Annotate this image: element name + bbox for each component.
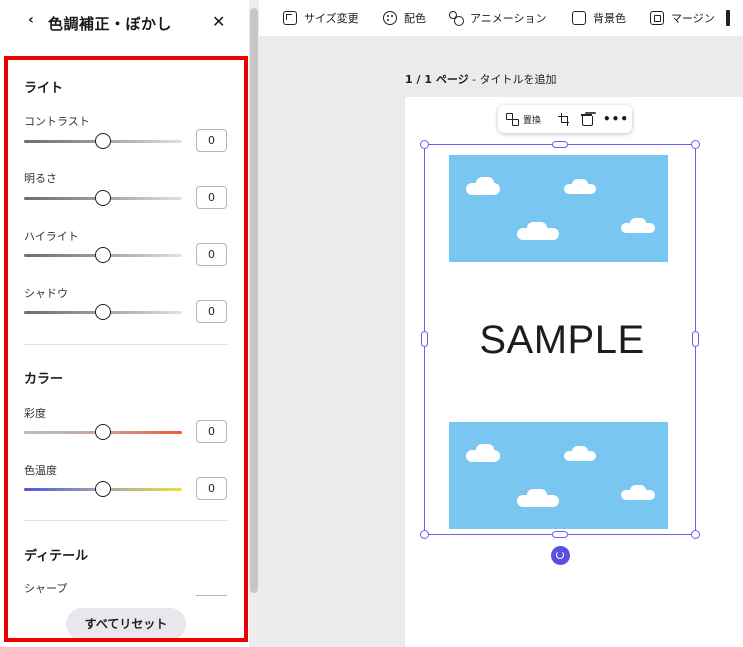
animation-button[interactable]: アニメーション [449,9,547,27]
element-context-toolbar: 置換 ••• [498,105,632,133]
close-icon[interactable]: ✕ [212,12,225,31]
slider-label-shadows: シャドウ [24,287,68,300]
slider-thumb-brightness[interactable] [95,190,111,206]
margin-label: マージン [671,12,715,25]
adjustments-panel: ‹ 色調補正・ぼかし ✕ ライト コントラスト 0 明るさ 0 ハイライト 0 … [0,0,259,647]
top-toolbar: サイズ変更 配色 アニメーション 背景色 マージン [259,0,743,36]
resize-handle-bottom[interactable] [552,531,568,538]
slider-thumb-shadows[interactable] [95,304,111,320]
panel-scrollbar[interactable] [249,0,259,647]
background-color-button[interactable]: 背景色 [572,9,626,27]
background-color-icon [572,11,586,25]
contrast-value-input[interactable]: 0 [196,129,227,152]
page-counter: 1 / 1 ページ [405,73,469,86]
reset-all-button[interactable]: すべてリセット [66,608,186,638]
slider-thumb-contrast[interactable] [95,133,111,149]
resize-handle-left[interactable] [421,331,428,347]
slider-thumb-highlights[interactable] [95,247,111,263]
brightness-value-input[interactable]: 0 [196,186,227,209]
section-title-detail: ディテール [24,549,89,564]
resize-handle-bottom-right[interactable] [691,530,700,539]
slider-label-highlights: ハイライト [24,230,79,243]
resize-handle-right[interactable] [692,331,699,347]
margin-button[interactable]: マージン [650,9,715,27]
palette-icon [383,11,397,25]
color-scheme-label: 配色 [404,12,426,25]
selection-frame[interactable] [424,144,696,535]
crop-button[interactable] [558,112,570,126]
resize-label: サイズ変更 [304,12,359,25]
resize-handle-bottom-left[interactable] [420,530,429,539]
highlight-box: ライト コントラスト 0 明るさ 0 ハイライト 0 シャドウ 0 カラー 彩度… [4,56,248,642]
color-scheme-button[interactable]: 配色 [383,9,426,27]
page-label: 1 / 1 ページ - タイトルを追加 [405,71,557,87]
resize-handle-top[interactable] [552,141,568,148]
background-color-label: 背景色 [593,12,626,25]
trash-icon [581,113,593,126]
slider-label-contrast: コントラスト [24,115,90,128]
resize-handle-top-right[interactable] [691,140,700,149]
temperature-value-input[interactable]: 0 [196,477,227,500]
section-divider [24,344,228,345]
crop-icon [558,113,570,126]
section-title-color: カラー [24,372,64,387]
rotate-icon[interactable] [551,546,570,565]
slider-label-brightness: 明るさ [24,172,57,185]
section-divider [24,520,228,521]
saturation-value-input[interactable]: 0 [196,420,227,443]
animation-icon [449,11,464,26]
page-title-input[interactable]: - タイトルを追加 [469,73,556,86]
replace-label: 置換 [523,115,542,126]
resize-handle-top-left[interactable] [420,140,429,149]
slider-label-sharpness: シャープ [24,582,68,595]
overflow-item-icon[interactable] [726,10,730,26]
slider-thumb-temperature[interactable] [95,481,111,497]
resize-button[interactable]: サイズ変更 [283,9,359,27]
slider-label-saturation: 彩度 [24,407,46,420]
scrollbar-thumb[interactable] [250,8,258,593]
slider-thumb-saturation[interactable] [95,424,111,440]
replace-icon [506,113,519,126]
animation-label: アニメーション [470,12,547,25]
more-icon[interactable]: ••• [603,112,629,126]
slider-label-temperature: 色温度 [24,464,57,477]
margin-icon [650,11,664,25]
highlights-value-input[interactable]: 0 [196,243,227,266]
shadows-value-input[interactable]: 0 [196,300,227,323]
resize-icon [283,11,297,25]
delete-button[interactable] [581,112,593,126]
chevron-left-icon[interactable]: ‹ [24,12,38,28]
sharpness-value-input[interactable] [196,595,227,618]
panel-title: 色調補正・ぼかし [48,15,173,33]
panel-header: ‹ 色調補正・ぼかし ✕ [0,0,247,44]
replace-button[interactable]: 置換 [506,112,541,126]
section-title-light: ライト [24,81,64,96]
